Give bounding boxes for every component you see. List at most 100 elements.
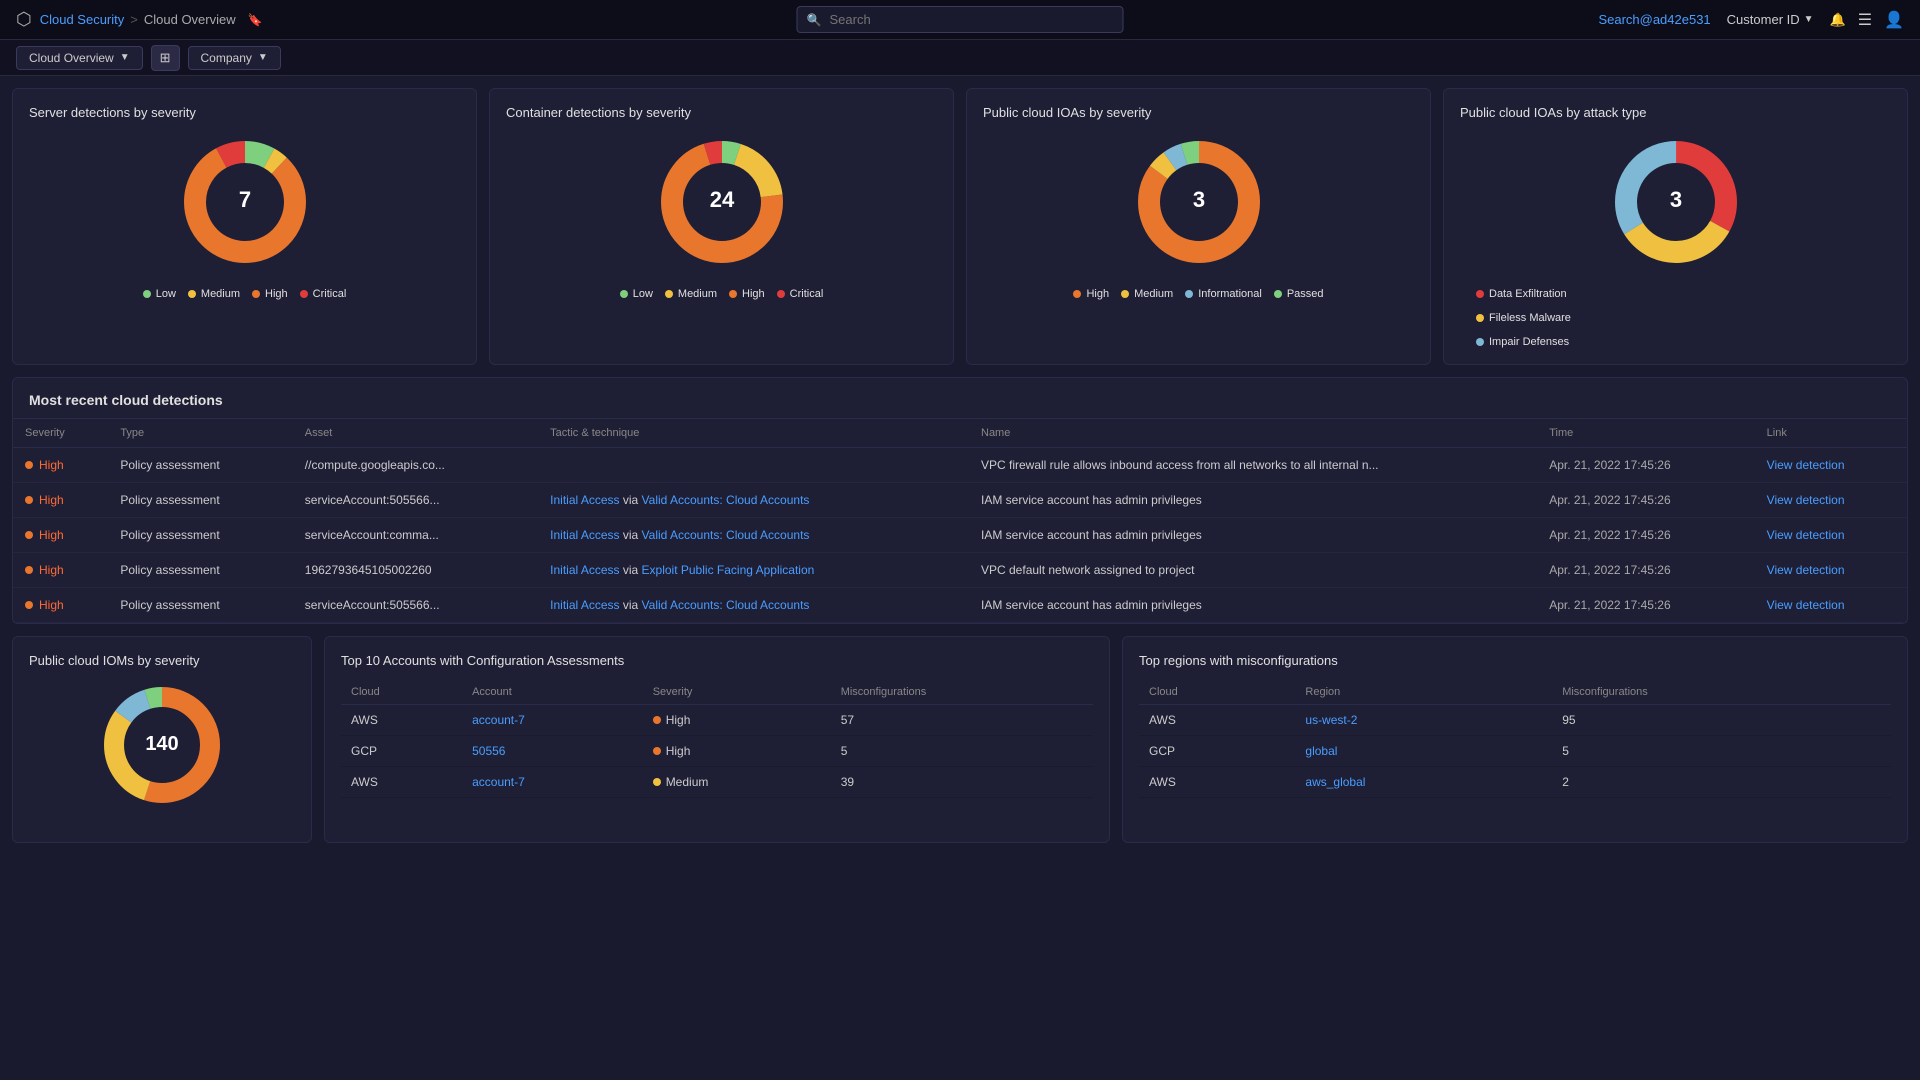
menu-icon[interactable]: ☰ xyxy=(1858,10,1872,30)
time-cell: Apr. 21, 2022 17:45:26 xyxy=(1537,448,1754,483)
col-name: Name xyxy=(969,419,1537,448)
attack-type-donut: 3 xyxy=(1460,132,1891,272)
server-detections-title: Server detections by severity xyxy=(29,105,460,120)
tactic-link-2[interactable]: Valid Accounts: Cloud Accounts xyxy=(642,598,810,612)
bookmark-icon[interactable]: 🔖 xyxy=(248,13,263,27)
type-cell: Policy assessment xyxy=(108,553,292,588)
cloud-cell: AWS xyxy=(341,705,462,736)
link-cell: View detection xyxy=(1755,518,1907,553)
region-cell: aws_global xyxy=(1295,767,1552,798)
search-input[interactable] xyxy=(797,6,1124,33)
asset-cell: serviceAccount:comma... xyxy=(293,518,538,553)
table-row: HighPolicy assessment//compute.googleapi… xyxy=(13,448,1907,483)
severity-cell: Medium xyxy=(643,767,831,798)
link-cell: View detection xyxy=(1755,553,1907,588)
account-link[interactable]: account-7 xyxy=(472,713,525,727)
account-link[interactable]: 50556 xyxy=(472,744,505,758)
asset-cell: //compute.googleapis.co... xyxy=(293,448,538,483)
legend-medium: Medium xyxy=(188,288,240,300)
misconfigs-cell: 57 xyxy=(831,705,1093,736)
tactic-link-2[interactable]: Exploit Public Facing Application xyxy=(642,563,815,577)
top-regions-card: Top regions with misconfigurations Cloud… xyxy=(1122,636,1908,843)
cloud-overview-button[interactable]: Cloud Overview ▼ xyxy=(16,46,143,70)
region-link[interactable]: us-west-2 xyxy=(1305,713,1357,727)
table-row: HighPolicy assessmentserviceAccount:comm… xyxy=(13,518,1907,553)
severity-cell: High xyxy=(13,448,108,483)
region-cell: global xyxy=(1295,736,1552,767)
legend-data-exfiltration: Data Exfiltration xyxy=(1476,288,1567,300)
container-detections-card: Container detections by severity 24 xyxy=(489,88,954,365)
user-icon[interactable]: 👤 xyxy=(1884,10,1904,30)
col-account: Account xyxy=(462,680,643,705)
breadcrumb: Cloud Security > Cloud Overview 🔖 xyxy=(40,12,263,27)
chevron-down-icon: ▼ xyxy=(120,52,130,63)
asset-cell: serviceAccount:505566... xyxy=(293,588,538,623)
severity-cell: High xyxy=(643,736,831,767)
tactic-link-1[interactable]: Initial Access xyxy=(550,528,619,542)
col-type: Type xyxy=(108,419,292,448)
name-cell: VPC firewall rule allows inbound access … xyxy=(969,448,1537,483)
time-cell: Apr. 21, 2022 17:45:26 xyxy=(1537,518,1754,553)
server-detections-donut: 7 xyxy=(29,132,460,272)
table-row: AWS us-west-2 95 xyxy=(1139,705,1891,736)
breadcrumb-cloud-overview: Cloud Overview xyxy=(144,12,236,27)
account-cell: account-7 xyxy=(462,705,643,736)
view-detection-link[interactable]: View detection xyxy=(1767,563,1845,577)
top-accounts-title: Top 10 Accounts with Configuration Asses… xyxy=(341,653,1093,668)
name-cell: IAM service account has admin privileges xyxy=(969,518,1537,553)
tactic-cell: Initial Access via Valid Accounts: Cloud… xyxy=(538,518,969,553)
logo-icon: ⬡ xyxy=(16,9,32,30)
view-detection-link[interactable]: View detection xyxy=(1767,528,1845,542)
tactic-link-2[interactable]: Valid Accounts: Cloud Accounts xyxy=(642,493,810,507)
chevron-down-icon: ▼ xyxy=(1804,14,1814,25)
legend-medium: Medium xyxy=(1121,288,1173,300)
bottom-row: Public cloud IOMs by severity 140 xyxy=(12,636,1908,843)
misconfigs-cell: 2 xyxy=(1552,767,1891,798)
company-button[interactable]: Company ▼ xyxy=(188,46,281,70)
table-row: AWS aws_global 2 xyxy=(1139,767,1891,798)
region-link[interactable]: global xyxy=(1305,744,1337,758)
grid-view-button[interactable]: ⊞ xyxy=(151,45,180,71)
cloud-cell: AWS xyxy=(341,767,462,798)
view-detection-link[interactable]: View detection xyxy=(1767,458,1845,472)
bell-icon[interactable]: 🔔 xyxy=(1830,12,1846,28)
server-detections-legend: Low Medium High Critical xyxy=(29,288,460,300)
detections-table: Severity Type Asset Tactic & technique N… xyxy=(13,419,1907,623)
region-cell: us-west-2 xyxy=(1295,705,1552,736)
time-cell: Apr. 21, 2022 17:45:26 xyxy=(1537,588,1754,623)
search-container: 🔍 xyxy=(797,6,1124,33)
svg-text:24: 24 xyxy=(709,187,734,212)
container-detections-title: Container detections by severity xyxy=(506,105,937,120)
tactic-link-1[interactable]: Initial Access xyxy=(550,493,619,507)
customer-id-selector[interactable]: Customer ID ▼ xyxy=(1727,12,1814,27)
asset-cell: serviceAccount:505566... xyxy=(293,483,538,518)
svg-text:7: 7 xyxy=(238,187,250,212)
misconfigs-cell: 5 xyxy=(831,736,1093,767)
tactic-link-1[interactable]: Initial Access xyxy=(550,598,619,612)
asset-cell: 196279364510500­2260 xyxy=(293,553,538,588)
tactic-link-1[interactable]: Initial Access xyxy=(550,563,619,577)
col-cloud: Cloud xyxy=(341,680,462,705)
name-cell: IAM service account has admin privileges xyxy=(969,483,1537,518)
ioms-card: Public cloud IOMs by severity 140 xyxy=(12,636,312,843)
legend-critical: Critical xyxy=(777,288,824,300)
breadcrumb-cloud-security[interactable]: Cloud Security xyxy=(40,12,125,27)
charts-row: Server detections by severity 7 xyxy=(12,88,1908,365)
severity-cell: High xyxy=(643,705,831,736)
region-link[interactable]: aws_global xyxy=(1305,775,1365,789)
top-regions-header: Cloud Region Misconfigurations xyxy=(1139,680,1891,705)
view-detection-link[interactable]: View detection xyxy=(1767,493,1845,507)
view-detection-link[interactable]: View detection xyxy=(1767,598,1845,612)
tactic-cell: Initial Access via Valid Accounts: Cloud… xyxy=(538,588,969,623)
account-link[interactable]: account-7 xyxy=(472,775,525,789)
col-cloud: Cloud xyxy=(1139,680,1295,705)
attack-type-card: Public cloud IOAs by attack type 3 Data … xyxy=(1443,88,1908,365)
public-ioas-title: Public cloud IOAs by severity xyxy=(983,105,1414,120)
table-row: AWS account-7 High 57 xyxy=(341,705,1093,736)
tactic-link-2[interactable]: Valid Accounts: Cloud Accounts xyxy=(642,528,810,542)
svg-text:3: 3 xyxy=(1669,187,1681,212)
svg-text:3: 3 xyxy=(1192,187,1204,212)
col-asset: Asset xyxy=(293,419,538,448)
legend-impair-defenses: Impair Defenses xyxy=(1476,336,1569,348)
container-detections-donut: 24 xyxy=(506,132,937,272)
